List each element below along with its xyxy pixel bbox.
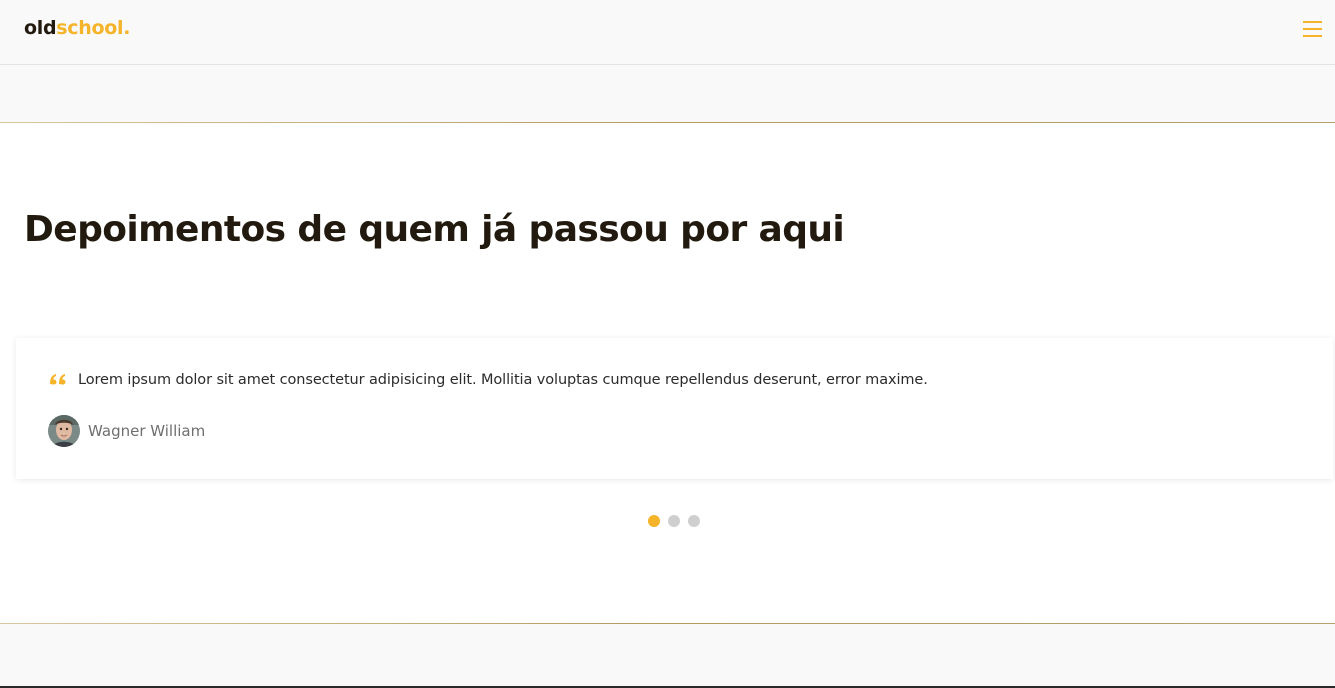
carousel-dot-2[interactable] [668, 515, 680, 527]
logo-text-dark: old [24, 17, 57, 39]
hamburger-menu-icon [1303, 21, 1322, 23]
logo[interactable]: oldschool. [24, 16, 130, 40]
avatar [48, 415, 80, 447]
section-title: Depoimentos de quem já passou por aqui [24, 209, 845, 250]
testimonial-quote: Lorem ipsum dolor sit amet consectetur a… [78, 372, 928, 388]
hamburger-menu-icon [1303, 28, 1322, 30]
logo-text-accent: school. [56, 17, 131, 39]
top-spacer-band [0, 65, 1335, 122]
site-header: oldschool. [0, 0, 1335, 65]
testimonial-card: Lorem ipsum dolor sit amet consectetur a… [16, 338, 1333, 479]
carousel-pagination [648, 515, 700, 528]
hamburger-menu-icon [1303, 35, 1322, 37]
section-divider-top [0, 122, 1335, 123]
quote-icon [50, 374, 66, 385]
footer-band [0, 624, 1335, 688]
hamburger-menu-button[interactable] [1300, 18, 1324, 40]
testimonial-author: Wagner William [88, 422, 206, 440]
carousel-dot-3[interactable] [688, 515, 700, 527]
carousel-dot-1[interactable] [648, 515, 660, 527]
